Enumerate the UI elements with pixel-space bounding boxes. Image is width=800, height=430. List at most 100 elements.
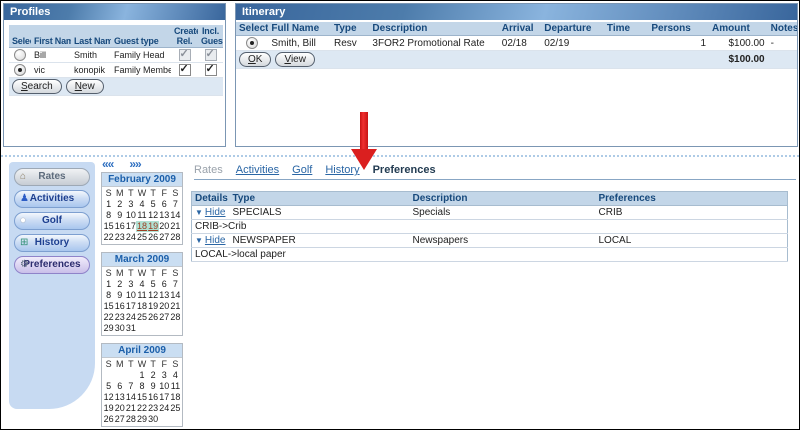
calendar-day[interactable]: 17: [159, 392, 170, 403]
calendar-day[interactable]: 18: [170, 392, 181, 403]
calendar-day[interactable]: 12: [103, 392, 114, 403]
calendar-day[interactable]: 19: [148, 221, 159, 232]
calendar-day[interactable]: 16: [114, 221, 125, 232]
calendar-day[interactable]: 8: [103, 290, 114, 301]
calendar-day[interactable]: 29: [103, 323, 114, 334]
calendar-day[interactable]: 20: [114, 403, 125, 414]
search-button[interactable]: Search: [12, 79, 62, 94]
calendar-day[interactable]: 26: [148, 232, 159, 243]
calendar-day[interactable]: 2: [148, 370, 159, 381]
calendar-day[interactable]: 12: [148, 210, 159, 221]
calendar-day[interactable]: 28: [170, 312, 181, 323]
calendar-day[interactable]: 20: [159, 221, 170, 232]
calendar-day[interactable]: 4: [136, 199, 147, 210]
calendar-day[interactable]: 21: [170, 301, 181, 312]
calendar-day[interactable]: 24: [159, 403, 170, 414]
calendar-day[interactable]: 23: [114, 312, 125, 323]
tab-golf[interactable]: Golf: [292, 164, 312, 176]
calendar-day[interactable]: 26: [148, 312, 159, 323]
checkbox[interactable]: [205, 64, 217, 76]
calendar-day[interactable]: 8: [103, 210, 114, 221]
calendar-day[interactable]: 22: [136, 403, 147, 414]
sidebar-item-activities[interactable]: ♟Activities: [14, 190, 90, 208]
calendar-day[interactable]: 1: [103, 199, 114, 210]
calendar-day[interactable]: 3: [125, 279, 136, 290]
calendar-day[interactable]: 13: [114, 392, 125, 403]
sidebar-item-golf[interactable]: ●Golf: [14, 212, 90, 230]
calendar-day[interactable]: 12: [148, 290, 159, 301]
calendar-day[interactable]: 1: [103, 279, 114, 290]
calendar-day[interactable]: 22: [103, 312, 114, 323]
calendar-day[interactable]: 25: [170, 403, 181, 414]
radio-button[interactable]: [14, 64, 26, 76]
calendar-day[interactable]: 23: [114, 232, 125, 243]
hide-link[interactable]: Hide: [205, 235, 226, 246]
calendar-day[interactable]: 6: [159, 279, 170, 290]
calendar-day[interactable]: 2: [114, 199, 125, 210]
calendar-day[interactable]: 19: [148, 301, 159, 312]
calendar-day[interactable]: 21: [170, 221, 181, 232]
calendar-day[interactable]: 18: [136, 221, 147, 232]
calendar-day[interactable]: 10: [159, 381, 170, 392]
checkbox[interactable]: [179, 64, 191, 76]
calendar-prev-icon[interactable]: ««: [102, 157, 113, 171]
calendar-day[interactable]: 15: [136, 392, 147, 403]
new-button[interactable]: New: [66, 79, 104, 94]
calendar-day[interactable]: 17: [125, 301, 136, 312]
hide-link[interactable]: Hide: [205, 207, 226, 218]
calendar-day[interactable]: 14: [125, 392, 136, 403]
tab-activities[interactable]: Activities: [236, 164, 279, 176]
calendar-day[interactable]: 11: [136, 290, 147, 301]
calendar-day[interactable]: 16: [148, 392, 159, 403]
calendar-day[interactable]: 1: [136, 370, 147, 381]
calendar-day[interactable]: 28: [125, 414, 136, 425]
checkbox[interactable]: [179, 49, 191, 61]
calendar-day[interactable]: 17: [125, 221, 136, 232]
calendar-day[interactable]: 10: [125, 210, 136, 221]
calendar-day[interactable]: 23: [148, 403, 159, 414]
calendar-day[interactable]: 7: [170, 199, 181, 210]
calendar-day[interactable]: 13: [159, 210, 170, 221]
calendar-day[interactable]: 29: [136, 414, 147, 425]
calendar-day[interactable]: 21: [125, 403, 136, 414]
calendar-day[interactable]: 9: [114, 210, 125, 221]
radio-button[interactable]: [246, 37, 258, 49]
calendar-day[interactable]: 6: [114, 381, 125, 392]
calendar-day[interactable]: 14: [170, 210, 181, 221]
view-button[interactable]: View: [275, 52, 315, 67]
calendar-day[interactable]: 27: [159, 232, 170, 243]
calendar-day[interactable]: 11: [136, 210, 147, 221]
calendar-next-icon[interactable]: »»: [129, 157, 140, 171]
calendar-day[interactable]: 15: [103, 301, 114, 312]
calendar-day[interactable]: 7: [170, 279, 181, 290]
calendar-day[interactable]: 16: [114, 301, 125, 312]
calendar-day[interactable]: 8: [136, 381, 147, 392]
calendar-day[interactable]: 25: [136, 232, 147, 243]
calendar-day[interactable]: 19: [103, 403, 114, 414]
calendar-day[interactable]: 5: [148, 279, 159, 290]
calendar-day[interactable]: 4: [170, 370, 181, 381]
calendar-day[interactable]: 24: [125, 232, 136, 243]
calendar-day[interactable]: 27: [159, 312, 170, 323]
sidebar-item-history[interactable]: ⊞History: [14, 234, 90, 252]
calendar-day[interactable]: 18: [136, 301, 147, 312]
checkbox[interactable]: [205, 49, 217, 61]
calendar-day[interactable]: 30: [148, 414, 159, 425]
calendar-day[interactable]: 13: [159, 290, 170, 301]
ok-button[interactable]: OK: [239, 52, 271, 67]
calendar-day[interactable]: 28: [170, 232, 181, 243]
calendar-day[interactable]: 26: [103, 414, 114, 425]
calendar-day[interactable]: 3: [159, 370, 170, 381]
calendar-day[interactable]: 5: [148, 199, 159, 210]
calendar-day[interactable]: 22: [103, 232, 114, 243]
calendar-day[interactable]: 14: [170, 290, 181, 301]
calendar-day[interactable]: 31: [125, 323, 136, 334]
radio-button[interactable]: [14, 49, 26, 61]
calendar-day[interactable]: 24: [125, 312, 136, 323]
calendar-day[interactable]: 25: [136, 312, 147, 323]
sidebar-item-preferences[interactable]: ⚙Preferences: [14, 256, 90, 274]
calendar-day[interactable]: 20: [159, 301, 170, 312]
calendar-day[interactable]: 27: [114, 414, 125, 425]
calendar-day[interactable]: 30: [114, 323, 125, 334]
calendar-day[interactable]: 4: [136, 279, 147, 290]
